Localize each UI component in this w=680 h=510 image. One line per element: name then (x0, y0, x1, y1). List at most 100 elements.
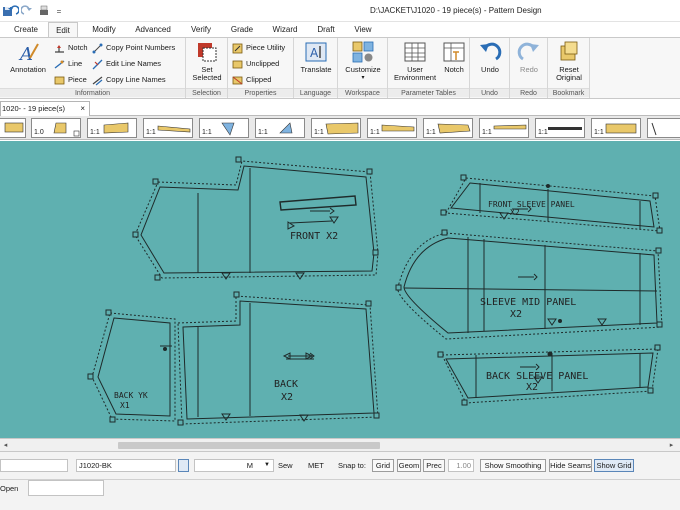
document-tab[interactable]: 1020- - 19 piece(s) × (0, 101, 90, 116)
translate-icon: A (305, 42, 327, 62)
undo-button[interactable]: Undo (474, 40, 506, 74)
command-input[interactable] (28, 480, 104, 496)
piece-label-back-sleeve-qty: X2 (526, 382, 538, 393)
back-yk-piece[interactable] (91, 312, 176, 422)
scrollbar-thumb[interactable] (118, 442, 380, 449)
redo-button[interactable]: Redo (513, 40, 545, 74)
size-select[interactable]: M (194, 459, 274, 472)
tab-view[interactable]: View (348, 22, 378, 37)
pattern-drawing[interactable]: FRONT X2 BACK X2 BACK YK X1 FRONT SLEEVE… (0, 141, 680, 438)
piece-thumbnail[interactable] (0, 118, 26, 138)
group-language: A Translate Language (294, 38, 338, 98)
piece-thumbnail[interactable]: 1:1 (367, 118, 417, 138)
piece-thumbnail[interactable]: 1:1 (311, 118, 361, 138)
show-smoothing-button[interactable]: Show Smoothing (480, 459, 546, 472)
piece-thumbnail[interactable]: 1.0 (31, 118, 81, 138)
piece-strip: 1.0 1:1 1:1 1:1 1:1 1:1 1:1 1:1 1:1 1:1 … (0, 116, 680, 140)
customize-icon (352, 41, 374, 63)
unclipped-button[interactable]: Unclipped (232, 58, 279, 70)
piece-icon (54, 76, 65, 84)
chevron-down-icon[interactable]: ▼ (264, 462, 270, 468)
piece-thumbnail[interactable]: 1:1 (591, 118, 641, 138)
scroll-left-icon[interactable]: ◂ (0, 440, 11, 451)
copy-line-names-button[interactable]: Copy Line Names (92, 74, 166, 86)
reset-original-button[interactable]: Reset Original (550, 40, 588, 82)
copy-point-numbers-button[interactable]: Copy Point Numbers (92, 42, 175, 54)
redo-icon (517, 42, 539, 61)
piece-thumbnail[interactable]: 1:1 (87, 118, 137, 138)
notch-markers (87, 156, 663, 426)
group-label-undo: Undo (470, 88, 509, 97)
back-piece[interactable] (177, 295, 379, 425)
piece-thumbnail[interactable]: 1:1 (423, 118, 473, 138)
piece-thumbnail[interactable] (647, 118, 680, 138)
user-environment-button[interactable]: User Environment (390, 40, 440, 82)
print-icon[interactable] (37, 4, 51, 18)
tab-wizard[interactable]: Wizard (266, 22, 304, 37)
tab-edit[interactable]: Edit (48, 22, 78, 37)
edit-line-names-button[interactable]: Edit Line Names (92, 58, 161, 70)
command-label: Open (0, 484, 19, 493)
piece-label-sleeve-mid-qty: X2 (510, 309, 522, 320)
hide-seams-button[interactable]: Hide Seams (549, 459, 592, 472)
clipped-button[interactable]: Clipped (232, 74, 271, 86)
piece-button[interactable]: Piece (54, 74, 87, 86)
piece-thumbnail[interactable]: 1:1 (255, 118, 305, 138)
group-parameter-tables: User Environment Notch Parameter Tables (388, 38, 470, 98)
redo-quick-icon[interactable] (20, 4, 34, 18)
group-label-workspace: Workspace (338, 88, 387, 97)
customize-button[interactable]: Customize ▾ (340, 40, 386, 82)
reset-original-icon (560, 41, 578, 61)
tab-draft[interactable]: Draft (310, 22, 342, 37)
scroll-right-icon[interactable]: ▸ (666, 440, 677, 451)
piece-thumbnail[interactable]: 1:1 (535, 118, 585, 138)
group-redo: Redo Redo (510, 38, 548, 98)
snap-geom-button[interactable]: Geom (397, 459, 421, 472)
piece-name-field[interactable]: J1020-BK (76, 459, 176, 472)
tab-advanced[interactable]: Advanced (130, 22, 176, 37)
piece-utility-icon (232, 43, 243, 53)
set-selected-icon (198, 43, 217, 62)
set-selected-button[interactable]: Set Selected (188, 40, 226, 82)
snap-to-label: Snap to: (338, 461, 366, 470)
piece-thumbnail-shape (651, 122, 657, 136)
piece-thumbnail[interactable]: 1:1 (199, 118, 249, 138)
group-information: A Annotation Notch Line Piece Copy Point… (0, 38, 186, 98)
piece-label-back-yk-qty: X1 (120, 401, 130, 410)
notch-table-button[interactable]: Notch (440, 40, 468, 74)
notch-button[interactable]: Notch (54, 42, 88, 54)
snap-grid-button[interactable]: Grid (372, 459, 394, 472)
piece-label-back-yk: BACK YK (114, 391, 148, 400)
tab-grade[interactable]: Grade (226, 22, 258, 37)
annotation-button[interactable]: A Annotation (6, 40, 50, 74)
command-bar: Open (0, 480, 680, 510)
piece-label-front-sleeve: FRONT SLEEVE PANEL (488, 200, 575, 209)
show-grid-button[interactable]: Show Grid (594, 459, 634, 472)
group-label-information: Information (0, 88, 185, 97)
pattern-canvas[interactable]: FRONT X2 BACK X2 BACK YK X1 FRONT SLEEVE… (0, 141, 680, 438)
piece-thumbnail[interactable]: 1:1 (479, 118, 529, 138)
chevron-down-icon: ▾ (361, 75, 365, 81)
tab-verify[interactable]: Verify (184, 22, 218, 37)
close-icon[interactable]: × (80, 102, 85, 116)
tab-create[interactable]: Create (6, 22, 46, 37)
piece-picker-button[interactable] (178, 459, 189, 472)
line-button[interactable]: Line (54, 58, 82, 70)
piece-thumbnail[interactable]: 1:1 (143, 118, 193, 138)
translate-button[interactable]: A Translate (296, 40, 336, 74)
sleeve-mid-panel-piece[interactable] (397, 232, 663, 340)
annotation-icon: A (18, 43, 39, 64)
quick-access-menu[interactable]: = (52, 4, 66, 18)
piece-utility-button[interactable]: Piece Utility (232, 42, 285, 54)
snap-prec-button[interactable]: Prec (423, 459, 445, 472)
tab-modify[interactable]: Modify (84, 22, 124, 37)
piece-thumbnail-shape (4, 122, 24, 133)
window-title: D:\JACKET\J1020 - 19 piece(s) - Pattern … (370, 6, 542, 15)
unclipped-icon (232, 60, 243, 68)
front-piece[interactable] (134, 160, 379, 279)
document-tab-row: 1020- - 19 piece(s) × (0, 100, 680, 116)
undo-quick-icon[interactable] (6, 4, 20, 18)
group-label-selection: Selection (186, 88, 227, 97)
horizontal-scrollbar[interactable]: ◂ ▸ (0, 438, 680, 452)
precision-input[interactable]: 1.00 (448, 459, 474, 472)
